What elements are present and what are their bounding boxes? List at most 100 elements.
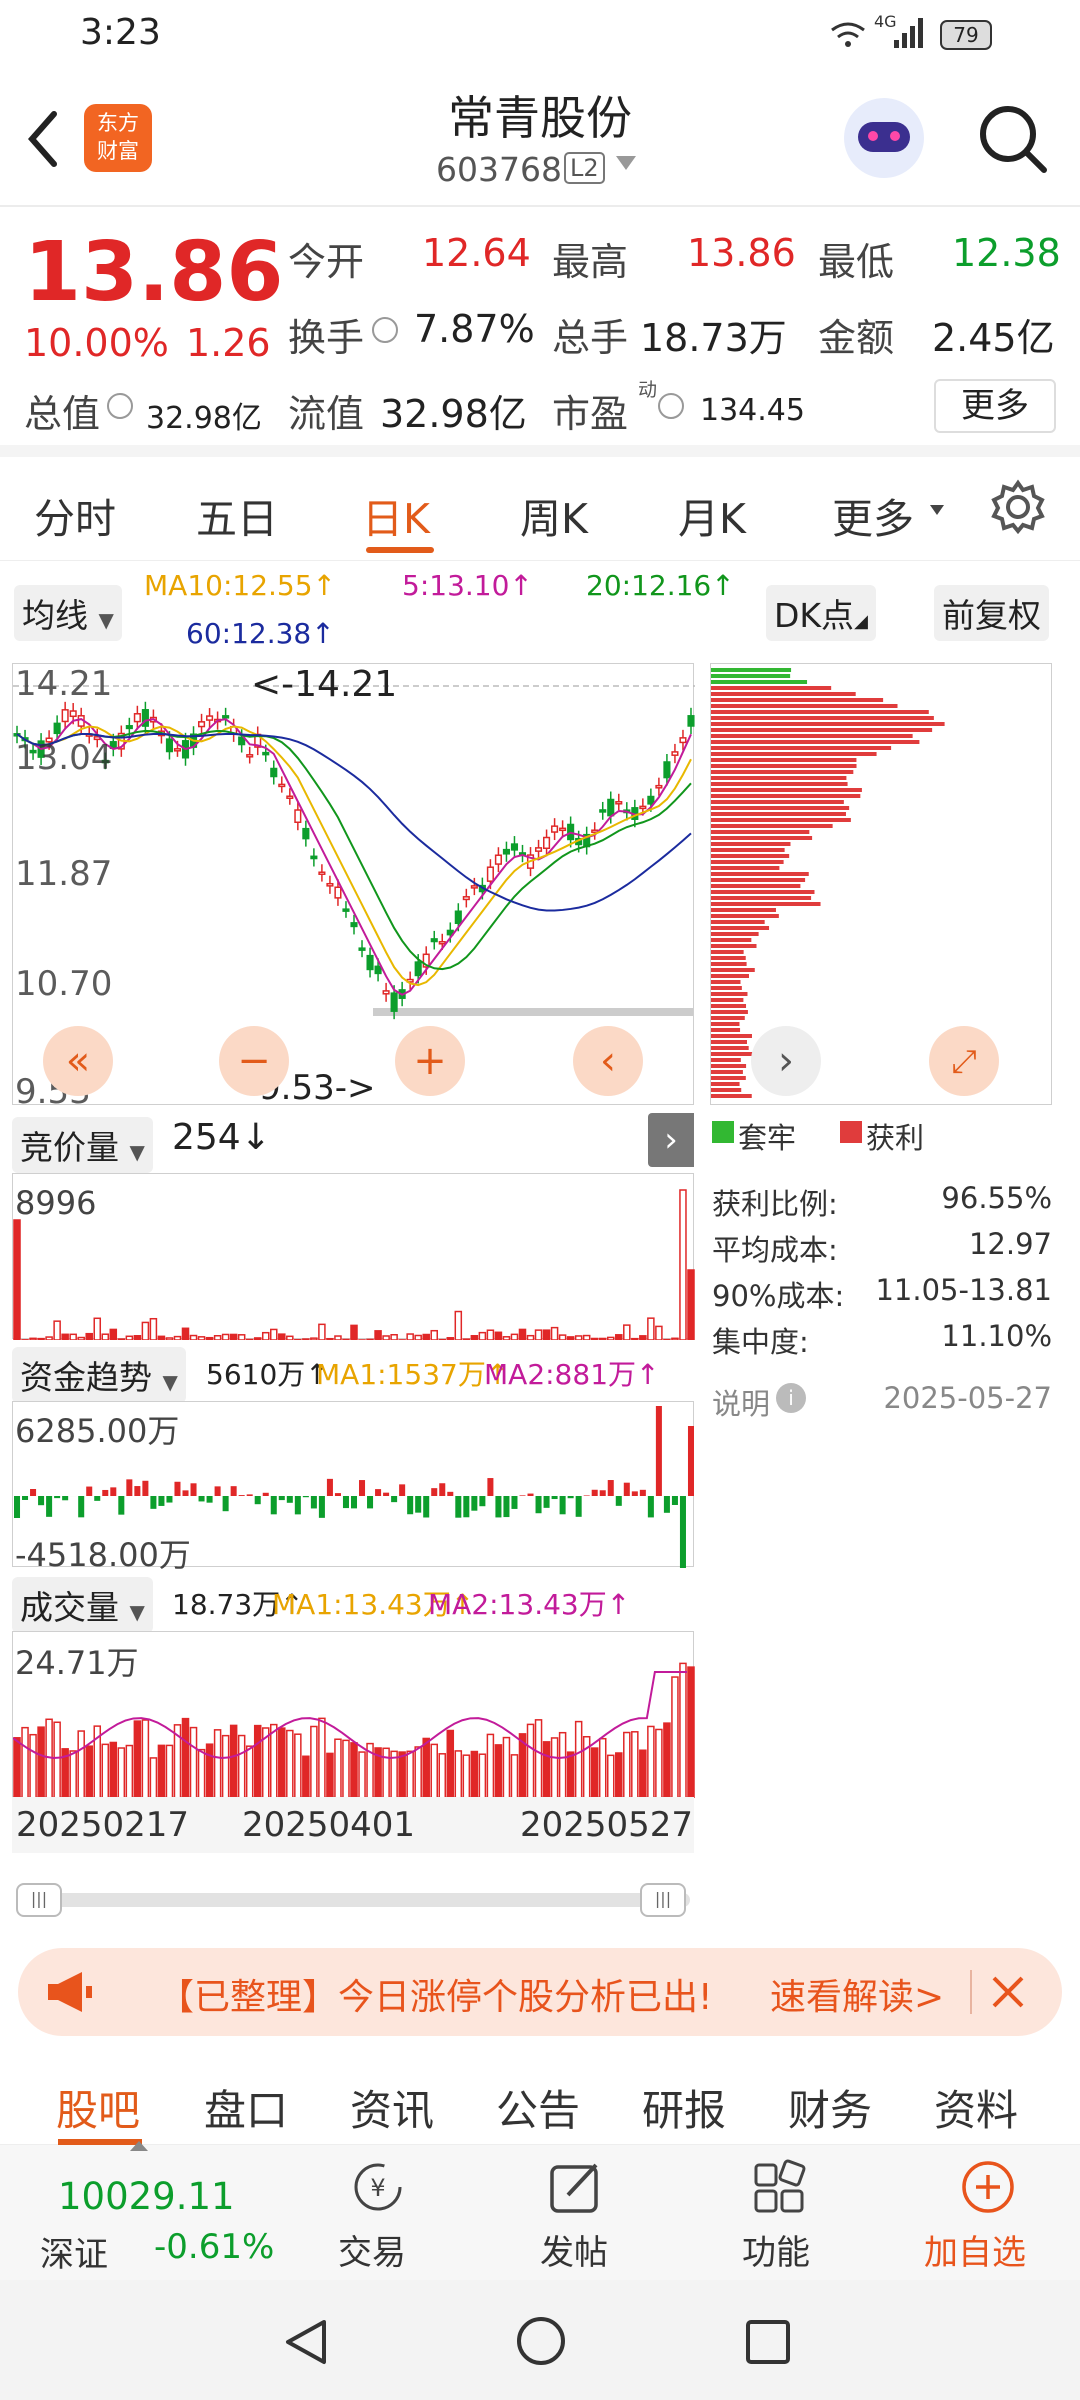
note-row[interactable]: 说明 i 2025-05-27 [712,1381,1052,1423]
nav-back-icon[interactable] [280,2316,332,2368]
tab-research[interactable]: 研报 [642,2077,726,2138]
chip-bar [711,890,815,894]
banner-link[interactable]: 速看解读> [770,1968,966,2020]
tab-announcements[interactable]: 公告 [496,2077,580,2138]
post-button[interactable]: 发帖 [510,2145,640,2280]
tab-intraday[interactable]: 分时 [34,485,116,545]
fund-bar [350,1496,358,1509]
more-button[interactable]: 更多 [934,379,1056,433]
chevron-down-icon[interactable] [616,156,636,170]
volume-bar [13,1219,21,1340]
volume-bar [358,1751,366,1798]
fund-bar [399,1484,406,1496]
volume-bar [406,1750,414,1798]
max-marker: <-14.21 [251,664,398,705]
tab-daily-k[interactable]: 日K [362,485,430,545]
tab-forum[interactable]: 股吧 [56,2077,140,2138]
trapped-legend-label: 套牢 [738,1121,797,1155]
volume-bar [526,1334,535,1340]
volume-bar [574,1335,583,1340]
range-handle-right[interactable]: ||| [640,1883,686,1917]
info-dots-icon[interactable] [372,317,398,343]
functions-button[interactable]: 功能 [710,2145,850,2280]
kline-candle [494,854,502,865]
volume-panel: 24.71万 [12,1631,695,1798]
tab-news[interactable]: 资讯 [350,2077,434,2138]
info-icon[interactable]: i [776,1383,806,1413]
fund-bar [318,1496,325,1518]
fund-bar [206,1496,213,1503]
scroll-left-fast-button[interactable]: « [43,1026,113,1096]
volume-selector[interactable]: 成交量 ▼ [12,1577,153,1633]
profit-ratio-label: 获利比例: [712,1187,838,1221]
chip-distribution-panel[interactable]: › ⤢ [710,663,1052,1105]
level-badge[interactable]: L2 [564,152,605,184]
bottom-content-tabs: 股吧 盘口 资讯 公告 研报 财务 资料 [0,2055,1080,2145]
volume-bar [606,1754,615,1798]
kline-panel[interactable]: 14.21 13.04 11.87 10.70 9.53 <-14.21 9.5… [12,663,695,1112]
fund-bar [527,1493,534,1496]
nav-recents-icon[interactable] [742,2316,794,2368]
fund-bar [431,1488,438,1496]
volume-bar [141,1321,150,1340]
chip-bar [711,722,945,726]
fund-bar [511,1496,518,1509]
close-icon[interactable] [988,1972,1028,2012]
moving-average-line [16,718,692,996]
fund-bar [615,1496,622,1506]
tab-financials[interactable]: 财务 [788,2077,872,2138]
volume-bar [342,1338,350,1340]
auction-selector[interactable]: 竞价量 ▼ [12,1117,153,1173]
fund-bar [286,1496,293,1503]
info-dots-icon[interactable] [658,393,684,419]
news-banner[interactable]: 【已整理】今日涨停个股分析已出! 速看解读> [18,1948,1062,2036]
gear-icon[interactable] [990,479,1046,535]
chip-bar [711,1022,740,1026]
chip-bar [711,746,892,750]
tab-more[interactable]: 更多 [832,485,914,545]
info-dots-icon[interactable] [107,393,133,419]
robot-avatar-icon[interactable] [844,98,924,178]
volume-bar [69,1333,77,1340]
volume-bar [21,1726,29,1798]
volume-bar [623,1324,631,1340]
volume-bar [574,1720,583,1798]
volume-bar [566,1336,575,1340]
amount-value: 2.45亿 [932,316,1055,360]
zoom-in-button[interactable]: + [395,1026,465,1096]
tab-five-day[interactable]: 五日 [196,485,278,545]
add-watchlist-button[interactable]: 加自选 [910,2145,1070,2280]
fund-bar [134,1486,141,1496]
tab-order-book[interactable]: 盘口 [204,2077,288,2138]
fund-bar [150,1496,157,1509]
volume-value: 18.73万 [640,316,787,360]
range-handle-left[interactable]: ||| [16,1883,62,1917]
volume-bar [350,1324,358,1340]
chip-bar [711,854,790,858]
volume-bar [221,1734,230,1798]
index-ticker[interactable]: 10029.11 深证 -0.61% [0,2141,274,2280]
volume-bar [534,1329,543,1340]
scroll-left-button[interactable]: ‹ [573,1026,643,1096]
volume-bar [318,1323,326,1340]
tab-weekly-k[interactable]: 周K [520,485,588,545]
expand-icon[interactable]: ⤢ [929,1026,999,1096]
range-scrollbar[interactable] [16,1893,690,1907]
collapse-panel-button[interactable]: › [648,1113,694,1167]
adjust-button[interactable]: 前复权 [934,585,1049,641]
profit-ratio-value: 96.55% [941,1181,1052,1215]
nav-home-icon[interactable] [514,2314,568,2368]
trade-button[interactable]: ¥ 交易 [310,2145,440,2280]
dk-button[interactable]: DK点◢ [766,585,876,641]
chip-bar [711,872,809,876]
fund-flow-selector[interactable]: 资金趋势 ▼ [12,1347,186,1403]
chip-bar [711,1040,747,1044]
tab-profile[interactable]: 资料 [934,2077,1018,2138]
volume-bar [221,1333,230,1340]
tab-monthly-k[interactable]: 月K [678,485,746,545]
ma-selector[interactable]: 均线 ▼ [14,585,122,641]
chip-next-button[interactable]: › [751,1026,821,1096]
volume-bar [663,1722,671,1798]
search-icon[interactable] [976,102,1050,176]
zoom-out-button[interactable]: − [219,1026,289,1096]
